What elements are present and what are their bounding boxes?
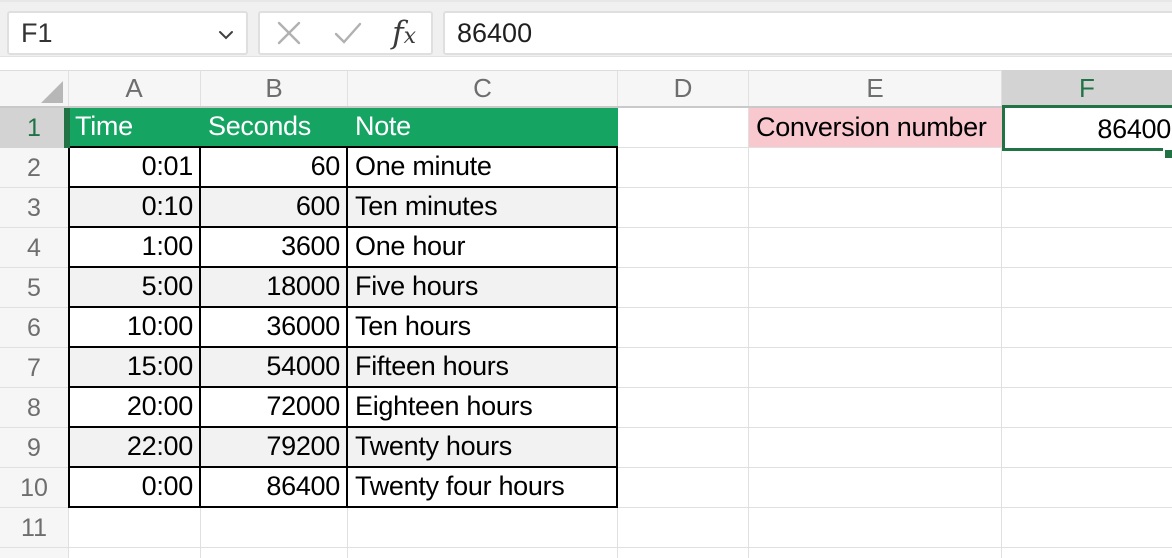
row-header-2[interactable]: 2 — [0, 148, 68, 188]
cancel-icon[interactable] — [275, 19, 303, 47]
time-cell[interactable]: 15:00 — [68, 348, 201, 388]
table-row: 1:00 3600 One hour — [68, 228, 618, 268]
time-cell[interactable]: 5:00 — [68, 268, 201, 308]
row-header-5[interactable]: 5 — [0, 268, 68, 308]
table-row: 15:00 54000 Fifteen hours — [68, 348, 618, 388]
row-header-4[interactable]: 4 — [0, 228, 68, 268]
column-header-e[interactable]: E — [749, 70, 1001, 107]
note-cell[interactable]: Twenty hours — [348, 428, 618, 468]
table-row: 0:10 600 Ten minutes — [68, 188, 618, 228]
selected-row-accent — [64, 108, 70, 148]
conversion-label-cell[interactable]: Conversion number — [749, 108, 1002, 147]
select-all-corner[interactable] — [0, 70, 68, 107]
row-header-6[interactable]: 6 — [0, 308, 68, 348]
formula-bar: F1 fx 86400 — [0, 0, 1172, 57]
column-header-a[interactable]: A — [68, 70, 200, 107]
formula-button-group: fx — [258, 11, 433, 55]
insert-function-icon[interactable]: fx — [392, 15, 416, 51]
table-row: 10:00 36000 Ten hours — [68, 308, 618, 348]
seconds-cell[interactable]: 72000 — [201, 388, 348, 428]
conversion-value: 86400 — [1097, 114, 1171, 144]
seconds-cell[interactable]: 79200 — [201, 428, 348, 468]
column-header-d[interactable]: D — [618, 70, 748, 107]
time-cell[interactable]: 22:00 — [68, 428, 201, 468]
note-cell[interactable]: Five hours — [348, 268, 618, 308]
note-cell[interactable]: One minute — [348, 148, 618, 188]
seconds-cell[interactable]: 54000 — [201, 348, 348, 388]
formula-value: 86400 — [457, 17, 533, 48]
seconds-cell[interactable]: 86400 — [201, 468, 348, 508]
chevron-down-icon[interactable] — [218, 30, 234, 40]
row-header-11[interactable]: 11 — [0, 508, 68, 548]
select-all-triangle-icon — [41, 81, 63, 103]
time-cell[interactable]: 0:01 — [68, 148, 201, 188]
formula-input[interactable]: 86400 — [443, 11, 1172, 55]
time-cell[interactable]: 0:00 — [68, 468, 201, 508]
data-table: Time Seconds Note 0:01 60 One minute 0:1… — [68, 108, 618, 508]
column-header-c[interactable]: C — [348, 70, 617, 107]
conversion-label: Conversion number — [756, 112, 987, 142]
table-row: 0:01 60 One minute — [68, 148, 618, 188]
row-header-7[interactable]: 7 — [0, 348, 68, 388]
seconds-cell[interactable]: 600 — [201, 188, 348, 228]
enter-check-icon[interactable] — [332, 20, 364, 46]
fill-handle[interactable] — [1163, 148, 1172, 158]
table-row: 0:00 86400 Twenty four hours — [68, 468, 618, 508]
column-header-b[interactable]: B — [201, 70, 347, 107]
note-cell[interactable]: Twenty four hours — [348, 468, 618, 508]
seconds-cell[interactable]: 60 — [201, 148, 348, 188]
header-cell-time[interactable]: Time — [68, 108, 201, 146]
note-cell[interactable]: Fifteen hours — [348, 348, 618, 388]
table-header-row: Time Seconds Note — [68, 108, 618, 148]
row-header-1-selected[interactable]: 1 — [0, 108, 68, 148]
table-row: 20:00 72000 Eighteen hours — [68, 388, 618, 428]
table-row: 22:00 79200 Twenty hours — [68, 428, 618, 468]
name-box[interactable]: F1 — [7, 11, 248, 55]
row-header-8[interactable]: 8 — [0, 388, 68, 428]
header-cell-seconds[interactable]: Seconds — [201, 108, 348, 146]
note-cell[interactable]: One hour — [348, 228, 618, 268]
column-header-f-selected[interactable]: F — [1002, 70, 1172, 107]
row-header-3[interactable]: 3 — [0, 188, 68, 228]
selected-cell-f1[interactable]: 86400 — [1002, 105, 1172, 151]
name-box-value: F1 — [21, 17, 53, 48]
spreadsheet-app: F1 fx 86400 A B C D E F 1 2 3 4 5 6 7 8 … — [0, 0, 1172, 558]
seconds-cell[interactable]: 18000 — [201, 268, 348, 308]
note-cell[interactable]: Ten minutes — [348, 188, 618, 228]
seconds-cell[interactable]: 36000 — [201, 308, 348, 348]
header-cell-note[interactable]: Note — [348, 108, 618, 146]
seconds-cell[interactable]: 3600 — [201, 228, 348, 268]
time-cell[interactable]: 0:10 — [68, 188, 201, 228]
row-header-9[interactable]: 9 — [0, 428, 68, 468]
time-cell[interactable]: 10:00 — [68, 308, 201, 348]
time-cell[interactable]: 1:00 — [68, 228, 201, 268]
note-cell[interactable]: Eighteen hours — [348, 388, 618, 428]
note-cell[interactable]: Ten hours — [348, 308, 618, 348]
time-cell[interactable]: 20:00 — [68, 388, 201, 428]
row-header-10[interactable]: 10 — [0, 468, 68, 508]
table-row: 5:00 18000 Five hours — [68, 268, 618, 308]
